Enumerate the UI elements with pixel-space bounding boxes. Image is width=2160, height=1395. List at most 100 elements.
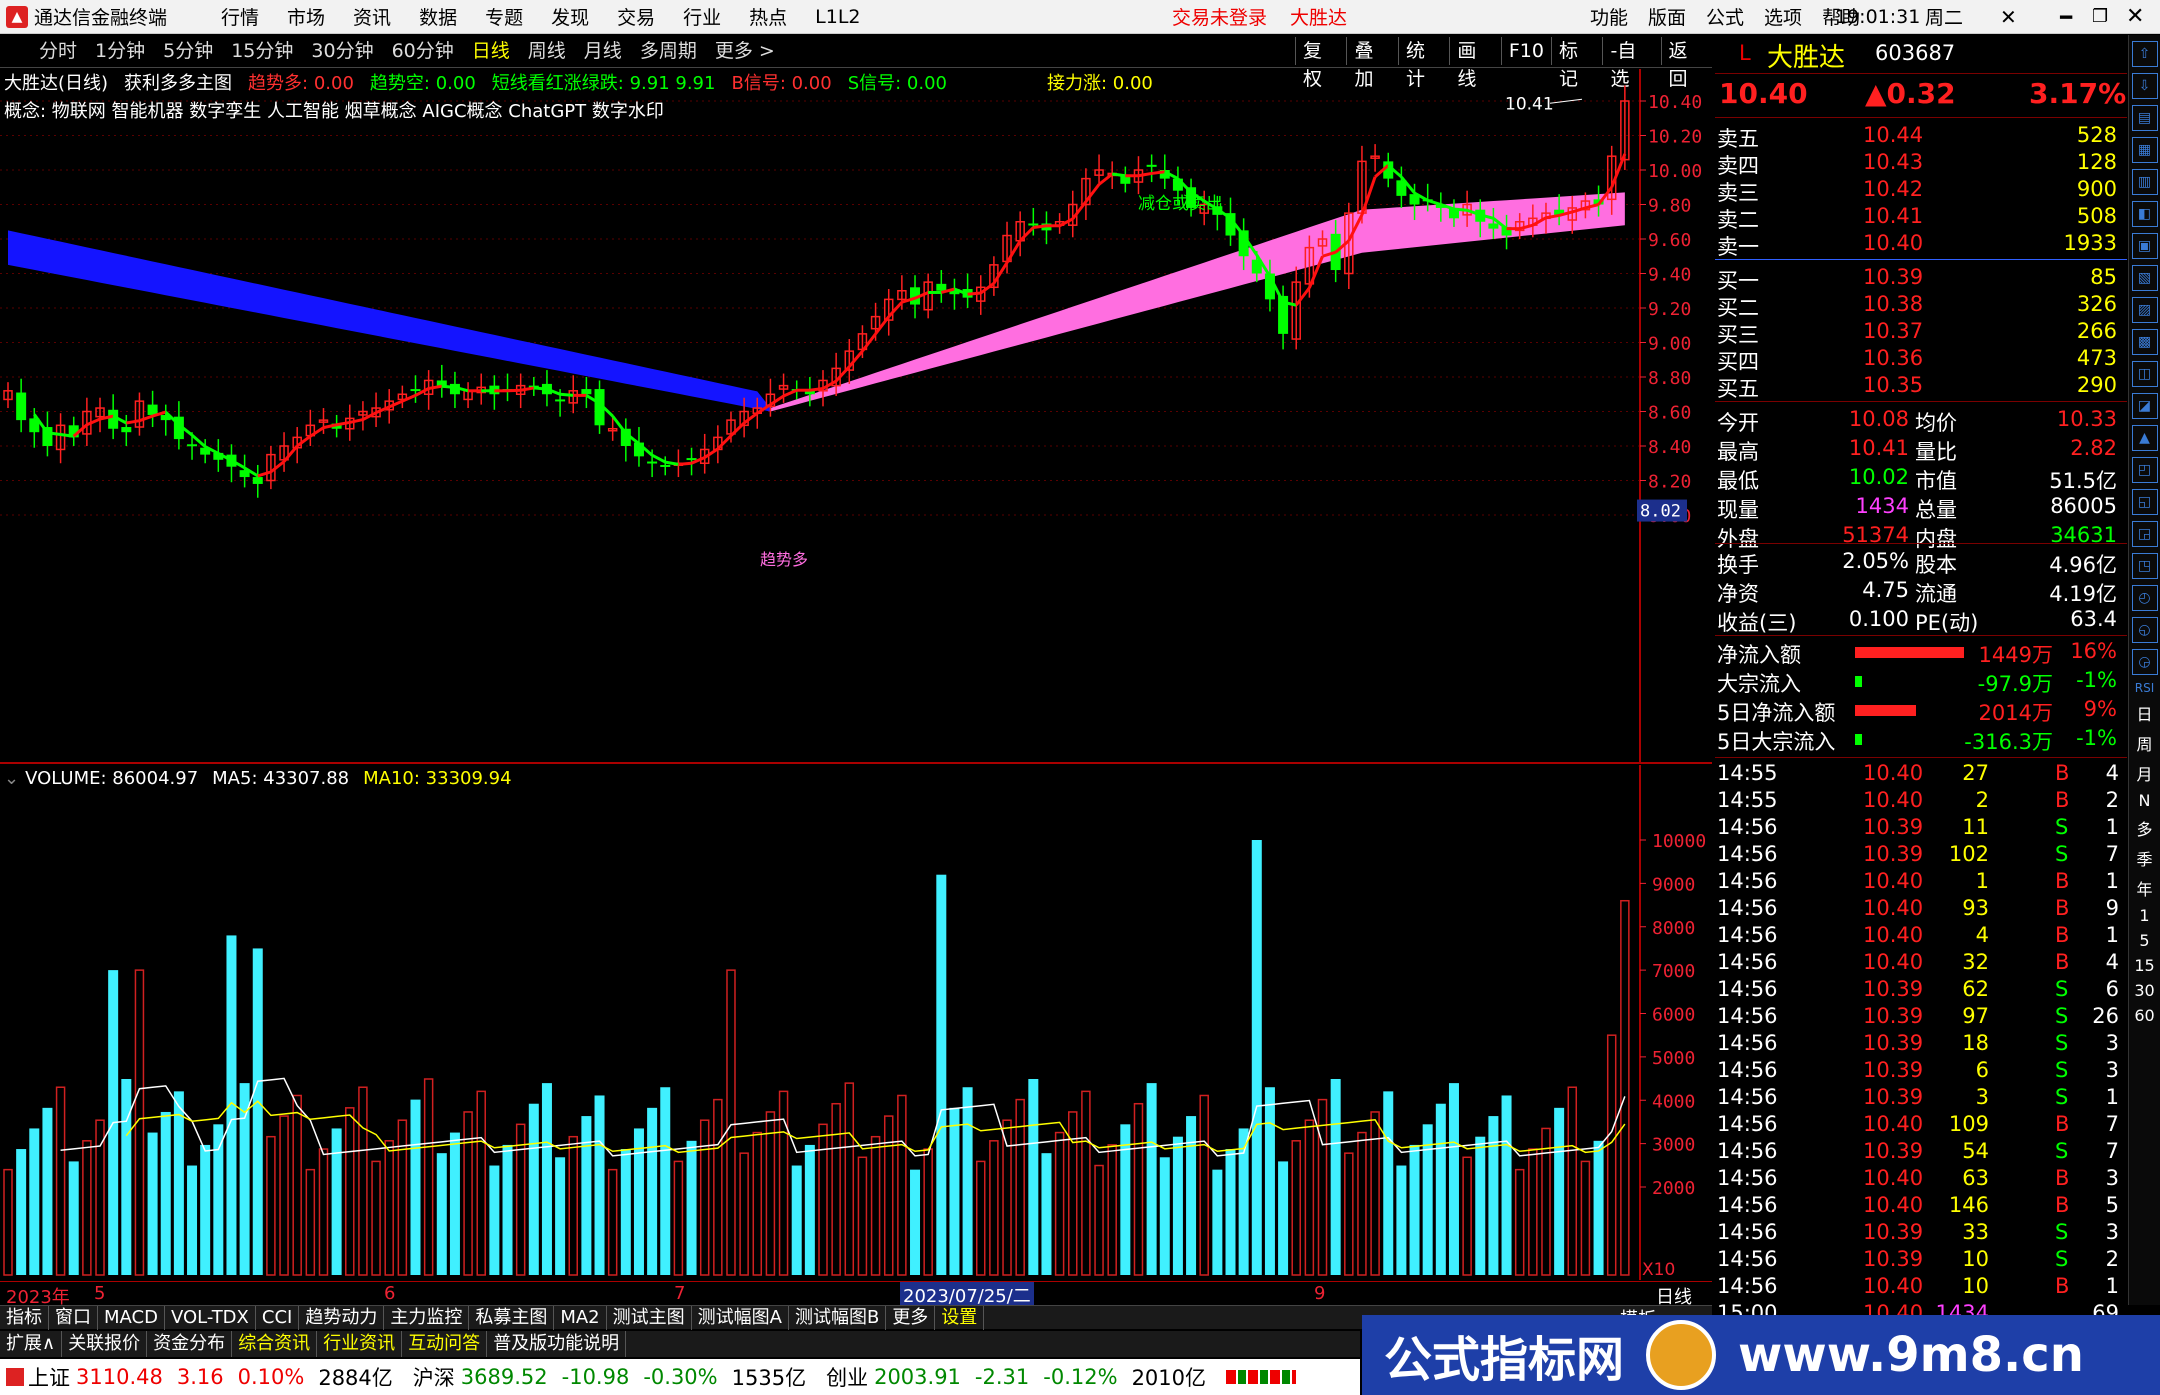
bid-price[interactable]: 10.37 — [1863, 319, 1923, 343]
menu-item-3[interactable]: 数据 — [405, 3, 471, 30]
indicator-tab-10[interactable]: 测试幅图A — [692, 1305, 789, 1330]
period-tab-2[interactable]: 5分钟 — [154, 35, 222, 67]
info-tab-1[interactable]: 关联报价 — [62, 1331, 148, 1357]
bid-price[interactable]: 10.38 — [1863, 292, 1923, 316]
tool-icon-2[interactable]: ▤ — [2131, 105, 2158, 131]
tool-icon-19[interactable]: ◶ — [2131, 649, 2158, 675]
toolbar-button-3[interactable]: 画线 — [1449, 37, 1500, 90]
info-tab-5[interactable]: 互动问答 — [402, 1331, 488, 1357]
bid-price[interactable]: 10.39 — [1863, 265, 1923, 289]
indicator-tab-13[interactable]: 设置 — [935, 1305, 985, 1330]
toolbar-button-0[interactable]: 复权 — [1295, 37, 1346, 90]
indicator-tab-9[interactable]: 测试主图 — [607, 1305, 692, 1330]
period-tab-7[interactable]: 周线 — [519, 35, 575, 67]
menu-item-6[interactable]: 交易 — [603, 3, 669, 30]
collapse-icon[interactable]: ⌄ — [4, 768, 19, 789]
tool-icon-18[interactable]: ◵ — [2131, 617, 2158, 643]
close-window-icon[interactable]: ✕ — [2126, 4, 2144, 29]
ask-price[interactable]: 10.41 — [1863, 204, 1923, 228]
right-menu-item-3[interactable]: 选项 — [1754, 3, 1812, 30]
ask-price[interactable]: 10.40 — [1863, 231, 1923, 255]
indicator-tab-12[interactable]: 更多 — [886, 1305, 936, 1330]
ask-price[interactable]: 10.44 — [1863, 123, 1923, 147]
indicator-tab-1[interactable]: 窗口 — [49, 1305, 98, 1330]
login-status[interactable]: 交易未登录 — [1172, 3, 1267, 30]
tool-icon-1[interactable]: ⇩ — [2131, 73, 2158, 99]
tool-text-10[interactable]: 15 — [2132, 956, 2158, 975]
tool-icon-14[interactable]: ◱ — [2131, 489, 2158, 515]
right-menu-item-1[interactable]: 版面 — [1638, 3, 1696, 30]
index-name[interactable]: 上证 — [28, 1362, 70, 1392]
tool-icon-3[interactable]: ▦ — [2131, 137, 2158, 163]
tool-text-7[interactable]: 年 — [2132, 876, 2158, 900]
tool-text-2[interactable]: 周 — [2132, 731, 2158, 755]
tool-icon-0[interactable]: ⇧ — [2131, 41, 2158, 67]
close-panel-icon[interactable]: ✕ — [2000, 5, 2017, 29]
info-tab-3[interactable]: 综合资讯 — [232, 1331, 318, 1357]
period-tab-0[interactable]: 分时 — [30, 35, 86, 67]
tool-icon-12[interactable]: ▲ — [2131, 425, 2158, 451]
tool-icon-6[interactable]: ▣ — [2131, 233, 2158, 259]
tool-icon-16[interactable]: ◳ — [2131, 553, 2158, 579]
tool-text-9[interactable]: 5 — [2132, 931, 2158, 950]
period-tab-3[interactable]: 15分钟 — [222, 35, 302, 67]
maximize-icon[interactable]: ❐ — [2092, 6, 2108, 27]
tool-text-5[interactable]: 多 — [2132, 816, 2158, 840]
index-name[interactable]: 沪深 — [413, 1362, 455, 1392]
indicator-tab-6[interactable]: 主力监控 — [384, 1305, 470, 1330]
toolbar-button-6[interactable]: -自选 — [1602, 37, 1660, 90]
ask-price[interactable]: 10.42 — [1863, 177, 1923, 201]
tool-text-6[interactable]: 季 — [2132, 846, 2158, 870]
period-tab-5[interactable]: 60分钟 — [383, 35, 463, 67]
tool-icon-5[interactable]: ◧ — [2131, 201, 2158, 227]
tool-icon-9[interactable]: ▩ — [2131, 329, 2158, 355]
period-tab-6[interactable]: 日线 — [463, 35, 519, 67]
tool-text-11[interactable]: 30 — [2132, 981, 2158, 1000]
period-tab-9[interactable]: 多周期 — [631, 35, 706, 67]
minimize-icon[interactable]: ━ — [2060, 5, 2072, 29]
period-tab-4[interactable]: 30分钟 — [302, 35, 382, 67]
menu-item-7[interactable]: 行业 — [669, 3, 735, 30]
tool-icon-11[interactable]: ◪ — [2131, 393, 2158, 419]
tool-text-1[interactable]: 日 — [2132, 701, 2158, 725]
indicator-tab-3[interactable]: VOL-TDX — [165, 1305, 256, 1330]
tool-text-8[interactable]: 1 — [2132, 906, 2158, 925]
menu-item-4[interactable]: 专题 — [471, 3, 537, 30]
tool-icon-17[interactable]: ◴ — [2131, 585, 2158, 611]
tool-icon-4[interactable]: ▥ — [2131, 169, 2158, 195]
tool-icon-10[interactable]: ◫ — [2131, 361, 2158, 387]
ask-price[interactable]: 10.43 — [1863, 150, 1923, 174]
info-tab-0[interactable]: 扩展∧ — [0, 1331, 63, 1357]
tool-icon-7[interactable]: ▧ — [2131, 265, 2158, 291]
toolbar-button-5[interactable]: 标记 — [1550, 37, 1602, 90]
info-tab-6[interactable]: 普及版功能说明 — [487, 1331, 627, 1357]
indicator-tab-0[interactable]: 指标 — [0, 1305, 49, 1330]
menu-item-0[interactable]: 行情 — [207, 3, 273, 30]
menu-item-8[interactable]: 热点 — [735, 3, 801, 30]
tool-text-3[interactable]: 月 — [2132, 761, 2158, 785]
price-chart[interactable]: 10.40 10.20 10.00 9.80 9.60 9.40 9.20 9.00 8.80 8… — [0, 69, 1712, 764]
menu-item-5[interactable]: 发现 — [537, 3, 603, 30]
index-name[interactable]: 创业 — [826, 1362, 868, 1392]
menu-item-9[interactable]: L1L2 — [801, 6, 874, 28]
tool-icon-13[interactable]: ◰ — [2131, 457, 2158, 483]
tool-text-12[interactable]: 60 — [2132, 1006, 2158, 1025]
period-tab-8[interactable]: 月线 — [575, 35, 631, 67]
menu-item-1[interactable]: 市场 — [273, 3, 339, 30]
right-menu-item-0[interactable]: 功能 — [1580, 3, 1638, 30]
toolbar-button-7[interactable]: 返回 — [1660, 37, 1712, 90]
tool-text-0[interactable]: RSI — [2132, 681, 2158, 695]
period-tab-1[interactable]: 1分钟 — [86, 35, 154, 67]
tool-text-4[interactable]: N — [2132, 791, 2158, 810]
tool-icon-8[interactable]: ▨ — [2131, 297, 2158, 323]
right-menu-item-2[interactable]: 公式 — [1696, 3, 1754, 30]
volume-chart[interactable]: 10000 9000 8000 7000 6000 5000 4000 3000 2000 X10 — [0, 765, 1712, 1280]
indicator-tab-7[interactable]: 私募主图 — [469, 1305, 555, 1330]
toolbar-button-1[interactable]: 叠加 — [1346, 37, 1397, 90]
tool-icon-15[interactable]: ◲ — [2131, 521, 2158, 547]
indicator-tab-11[interactable]: 测试幅图B — [789, 1305, 887, 1330]
indicator-tab-2[interactable]: MACD — [98, 1305, 165, 1330]
indicator-tab-8[interactable]: MA2 — [554, 1305, 607, 1330]
toolbar-button-4[interactable]: F10 — [1500, 37, 1551, 65]
menu-item-2[interactable]: 资讯 — [339, 3, 405, 30]
